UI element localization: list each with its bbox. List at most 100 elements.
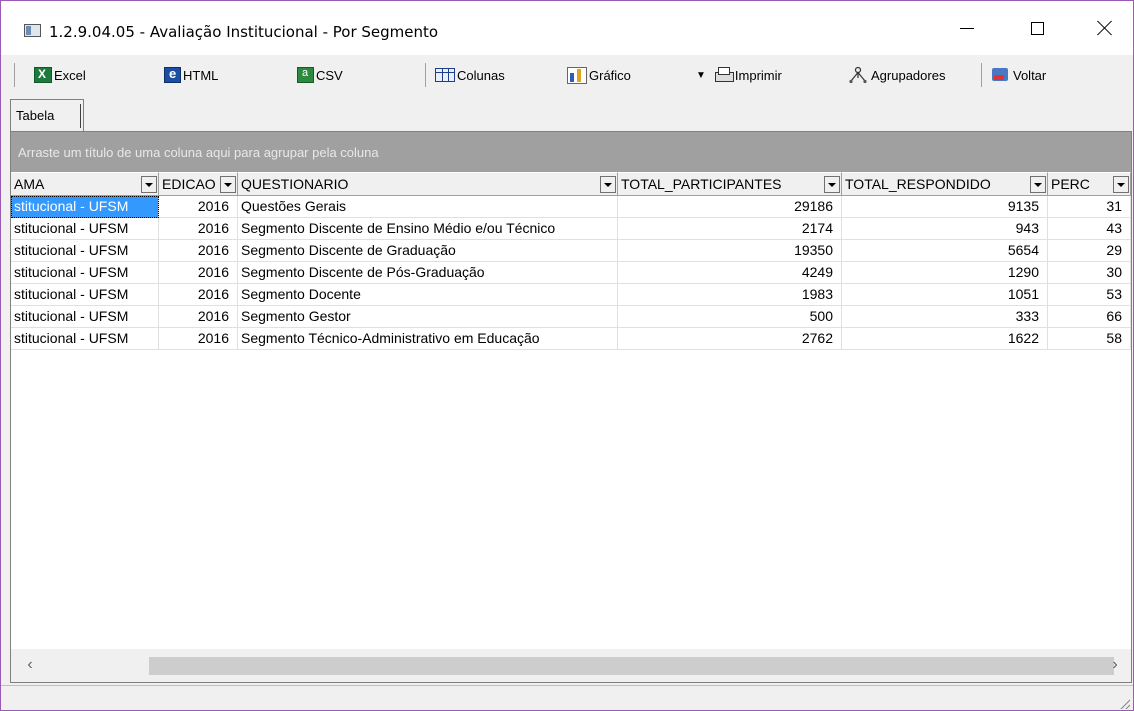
table-cell[interactable]: 2762: [618, 328, 842, 350]
app-icon: [24, 24, 41, 37]
filter-dropdown-icon[interactable]: [824, 176, 840, 193]
csv-label: CSV: [316, 67, 343, 83]
table-cell[interactable]: 19350: [618, 240, 842, 262]
table-cell[interactable]: 2174: [618, 218, 842, 240]
table-cell[interactable]: 4249: [618, 262, 842, 284]
minimize-button[interactable]: [939, 1, 995, 55]
imprimir-label: Imprimir: [734, 67, 782, 83]
column-header[interactable]: PERC: [1048, 172, 1131, 196]
tab-strip: Tabela: [1, 93, 1133, 131]
horizontal-scrollbar[interactable]: ‹ ›: [11, 649, 1131, 682]
table-cell[interactable]: Segmento Docente: [238, 284, 618, 306]
scrollbar-thumb[interactable]: [149, 657, 1114, 675]
table-row[interactable]: stitucional - UFSM 2016 Segmento Técnico…: [11, 328, 1131, 350]
excel-button[interactable]: Excel: [34, 64, 86, 86]
data-grid: Arraste um título de uma coluna aqui par…: [10, 131, 1132, 683]
table-cell[interactable]: 2016: [159, 306, 238, 328]
table-cell[interactable]: 943: [842, 218, 1048, 240]
minimize-icon: [960, 27, 974, 29]
colunas-button[interactable]: Colunas: [435, 64, 505, 86]
csv-button[interactable]: CSV: [297, 64, 343, 86]
table-cell[interactable]: 53: [1048, 284, 1131, 306]
voltar-label: Voltar: [1013, 67, 1047, 83]
table-cell[interactable]: stitucional - UFSM: [11, 262, 159, 284]
table-row[interactable]: stitucional - UFSM 2016 Questões Gerais …: [11, 196, 1131, 218]
table-cell[interactable]: Questões Gerais: [238, 196, 618, 218]
table-cell[interactable]: stitucional - UFSM: [11, 328, 159, 350]
grafico-button[interactable]: Gráfico: [567, 64, 631, 86]
chevron-down-icon[interactable]: ▼: [696, 70, 706, 81]
imprimir-button[interactable]: ▼ Imprimir: [696, 64, 782, 86]
table-row[interactable]: stitucional - UFSM 2016 Segmento Discent…: [11, 240, 1131, 262]
window-title: 1.2.9.04.05 - Avaliação Institucional - …: [49, 23, 439, 41]
table-cell[interactable]: Segmento Técnico-Administrativo em Educa…: [238, 328, 618, 350]
table-row[interactable]: stitucional - UFSM 2016 Segmento Gestor …: [11, 306, 1131, 328]
tab-tabela[interactable]: Tabela: [10, 99, 84, 131]
filter-dropdown-icon[interactable]: [1030, 176, 1046, 193]
table-cell[interactable]: stitucional - UFSM: [11, 240, 159, 262]
table-cell[interactable]: 333: [842, 306, 1048, 328]
column-header[interactable]: TOTAL_PARTICIPANTES: [618, 172, 842, 196]
table-cell[interactable]: 2016: [159, 262, 238, 284]
grafico-label: Gráfico: [589, 67, 631, 83]
scroll-right-icon[interactable]: ›: [1105, 654, 1125, 676]
table-cell[interactable]: 43: [1048, 218, 1131, 240]
filter-dropdown-icon[interactable]: [600, 176, 616, 193]
table-cell[interactable]: 1622: [842, 328, 1048, 350]
group-icon: [847, 66, 869, 84]
table-cell[interactable]: stitucional - UFSM: [11, 218, 159, 240]
html-button[interactable]: HTML: [164, 64, 218, 86]
group-by-area[interactable]: Arraste um título de uma coluna aqui par…: [11, 132, 1131, 172]
toolbar: Excel HTML CSV Colunas Gráfico ▼ Imprimi…: [1, 57, 1133, 93]
close-button[interactable]: [1077, 1, 1133, 55]
table-cell[interactable]: 1290: [842, 262, 1048, 284]
table-cell[interactable]: 5654: [842, 240, 1048, 262]
resize-grip-icon[interactable]: [1118, 697, 1130, 709]
table-cell[interactable]: 2016: [159, 196, 238, 218]
table-row[interactable]: stitucional - UFSM 2016 Segmento Discent…: [11, 218, 1131, 240]
table-cell[interactable]: 2016: [159, 240, 238, 262]
filter-dropdown-icon[interactable]: [1113, 176, 1129, 193]
table-cell[interactable]: 31: [1048, 196, 1131, 218]
table-cell[interactable]: 29186: [618, 196, 842, 218]
table-cell[interactable]: Segmento Discente de Graduação: [238, 240, 618, 262]
table-cell[interactable]: Segmento Gestor: [238, 306, 618, 328]
maximize-button[interactable]: [1009, 1, 1065, 55]
column-header-label: TOTAL_RESPONDIDO: [845, 176, 991, 192]
column-header[interactable]: EDICAO: [159, 172, 238, 196]
table-cell[interactable]: 1983: [618, 284, 842, 306]
html-icon: [164, 66, 181, 83]
table-cell[interactable]: 1051: [842, 284, 1048, 306]
table-cell[interactable]: 66: [1048, 306, 1131, 328]
back-icon: [991, 66, 1011, 84]
filter-dropdown-icon[interactable]: [141, 176, 157, 193]
table-cell[interactable]: 2016: [159, 218, 238, 240]
table-cell[interactable]: 9135: [842, 196, 1048, 218]
toolbar-separator: [981, 63, 982, 87]
table-cell[interactable]: 2016: [159, 328, 238, 350]
table-cell[interactable]: 58: [1048, 328, 1131, 350]
table-cell[interactable]: 29: [1048, 240, 1131, 262]
grid-header: AMA EDICAO QUESTIONARIO TOTAL_PARTICIPAN…: [11, 172, 1131, 196]
table-cell[interactable]: stitucional - UFSM: [11, 284, 159, 306]
agrupadores-button[interactable]: Agrupadores: [847, 64, 945, 86]
scroll-left-icon[interactable]: ‹: [20, 654, 40, 676]
table-row[interactable]: stitucional - UFSM 2016 Segmento Docente…: [11, 284, 1131, 306]
table-cell[interactable]: stitucional - UFSM: [11, 196, 159, 218]
html-label: HTML: [183, 67, 219, 83]
voltar-button[interactable]: Voltar: [991, 64, 1046, 86]
excel-label: Excel: [54, 67, 86, 83]
table-row[interactable]: stitucional - UFSM 2016 Segmento Discent…: [11, 262, 1131, 284]
table-cell[interactable]: Segmento Discente de Ensino Médio e/ou T…: [238, 218, 618, 240]
table-cell[interactable]: 30: [1048, 262, 1131, 284]
table-cell[interactable]: Segmento Discente de Pós-Graduação: [238, 262, 618, 284]
table-cell[interactable]: 2016: [159, 284, 238, 306]
column-header[interactable]: TOTAL_RESPONDIDO: [842, 172, 1048, 196]
table-cell[interactable]: stitucional - UFSM: [11, 306, 159, 328]
table-cell[interactable]: 500: [618, 306, 842, 328]
column-header[interactable]: QUESTIONARIO: [238, 172, 618, 196]
toolbar-grip[interactable]: [14, 63, 15, 87]
column-header-label: AMA: [14, 176, 45, 192]
column-header[interactable]: AMA: [11, 172, 159, 196]
filter-dropdown-icon[interactable]: [220, 176, 236, 193]
